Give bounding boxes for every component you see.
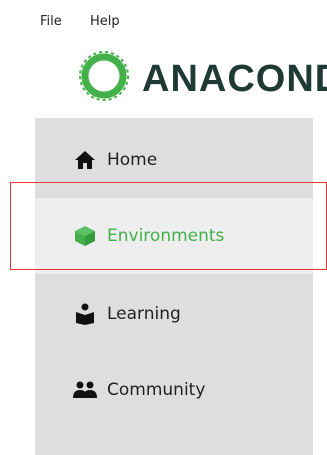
sidebar-item-label: Community [107,380,206,400]
home-icon [71,148,99,172]
anaconda-logo: ANACONDA [78,50,327,104]
anaconda-ring-icon [79,51,129,101]
sidebar: Home Environments Learning Community [35,118,313,455]
sidebar-item-label: Learning [107,304,181,324]
people-icon [71,378,99,402]
logo-wordmark: ANACONDA [142,58,327,100]
menu-bar: File Help [0,0,327,40]
sidebar-item-label: Environments [107,226,225,246]
cube-icon [71,224,99,248]
sidebar-item-learning[interactable]: Learning [35,276,313,352]
sidebar-item-environments[interactable]: Environments [35,198,313,274]
menu-file[interactable]: File [40,14,62,29]
menu-help[interactable]: Help [90,14,120,29]
sidebar-item-home[interactable]: Home [35,122,313,198]
book-reader-icon [71,302,99,326]
sidebar-item-community[interactable]: Community [35,352,313,428]
sidebar-item-label: Home [107,150,158,170]
